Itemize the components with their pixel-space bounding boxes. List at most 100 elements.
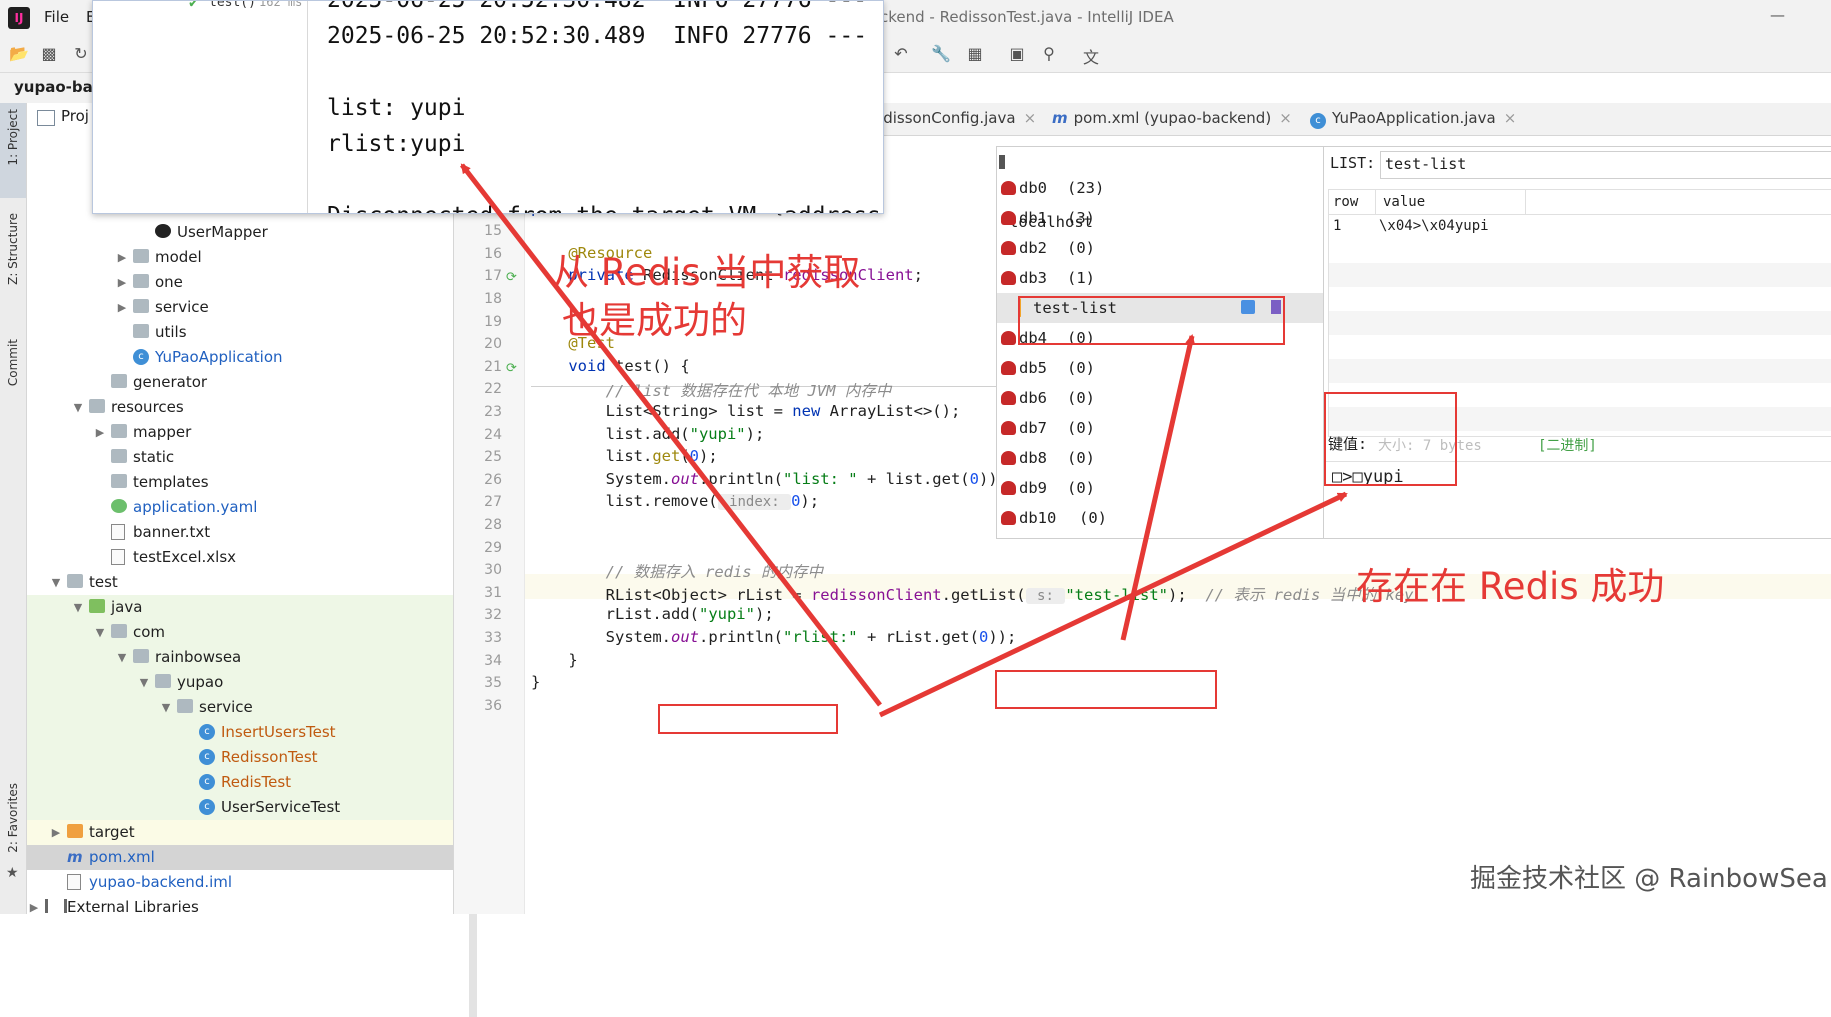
project-tree: Proj UserMapper ▶ model ▶ one ▶ service utils c Y… — [27, 103, 477, 1017]
chevron-down-icon[interactable]: ▼ — [137, 670, 151, 695]
redis-db-name: db5 — [1019, 359, 1047, 377]
run-gutter-icon[interactable]: ⟳ — [506, 361, 517, 376]
redis-db-item[interactable]: db7 (0) — [997, 413, 1323, 443]
redis-db-item[interactable]: db9 (0) — [997, 473, 1323, 503]
col-row-header[interactable]: row — [1333, 194, 1358, 210]
tool-tab-commit-label[interactable]: Commit — [6, 339, 20, 386]
tree-item[interactable]: UserMapper — [27, 220, 453, 245]
tree-item[interactable]: ▼ service — [27, 695, 453, 720]
redis-db-item[interactable]: db8 (0) — [997, 443, 1323, 473]
tree-item[interactable]: ▶ mapper — [27, 420, 453, 445]
tree-item[interactable]: ▶ service — [27, 295, 453, 320]
chevron-right-icon[interactable]: ▶ — [115, 245, 129, 270]
close-icon[interactable]: × — [1024, 109, 1037, 127]
tree-item[interactable]: yupao-backend.iml — [27, 870, 453, 895]
redis-db-icon — [1001, 241, 1016, 255]
tool-tab-favorites-label[interactable]: 2: Favorites — [6, 783, 20, 853]
tool-tab-project-label[interactable]: 1: Project — [6, 109, 20, 166]
tree-item[interactable]: application.yaml — [27, 495, 453, 520]
tree-item[interactable]: ▼ java — [27, 595, 453, 620]
project-name[interactable]: yupao-ba — [14, 78, 93, 96]
code-token: .println( — [698, 469, 783, 488]
tab-redisson-config[interactable]: edissonConfig.java × — [874, 109, 1036, 127]
chevron-down-icon[interactable]: ▼ — [159, 695, 173, 720]
tree-item[interactable]: c YuPaoApplication — [27, 345, 453, 370]
tree-item[interactable]: m pom.xml — [27, 845, 453, 870]
redis-db-item[interactable]: db2 (0) — [997, 233, 1323, 263]
project-structure-icon[interactable]: ▦ — [964, 44, 986, 64]
code-token: "list: " — [782, 469, 858, 488]
tree-item[interactable]: ▶ target — [27, 820, 453, 845]
wrench-icon[interactable]: 🔧 — [930, 44, 952, 64]
line-number: 19 — [484, 313, 502, 330]
undo-icon[interactable]: ↶ — [890, 44, 912, 64]
code-line: list.get(0); — [531, 447, 718, 465]
tree-item[interactable]: c UserServiceTest — [27, 795, 453, 820]
tree-item[interactable]: ▶ External Libraries — [27, 895, 453, 920]
tree-item[interactable]: ▶ model — [27, 245, 453, 270]
test-name[interactable]: test() — [209, 1, 256, 10]
redis-db-count: (23) — [1067, 179, 1105, 197]
open-folder-icon[interactable]: 📂 — [8, 44, 30, 64]
run-gutter-icon[interactable]: ⟳ — [506, 270, 517, 285]
minimize-button[interactable]: — — [1770, 6, 1785, 24]
line-number: 32 — [484, 607, 502, 624]
redis-db-item[interactable]: db0 (23) — [997, 173, 1323, 203]
annotation-top: 从 Redis 当中获取 — [552, 251, 861, 294]
chevron-right-icon[interactable]: ▶ — [49, 820, 63, 845]
close-icon[interactable]: × — [1279, 109, 1292, 127]
redis-db-item[interactable]: db3 (1) — [997, 263, 1323, 293]
code-token: .println( — [698, 628, 783, 646]
close-icon[interactable]: × — [1504, 109, 1517, 127]
tree-item[interactable]: ▼ yupao — [27, 670, 453, 695]
line-number: 20 — [484, 336, 502, 353]
chevron-right-icon[interactable]: ▶ — [115, 270, 129, 295]
tree-item[interactable]: utils — [27, 320, 453, 345]
tree-item[interactable]: ▼ rainbowsea — [27, 645, 453, 670]
chevron-down-icon[interactable]: ▼ — [71, 395, 85, 420]
code-token: 0 — [689, 447, 700, 466]
tool-tab-structure-label[interactable]: Z: Structure — [6, 213, 20, 285]
code-token: // 数据存入 redis 的内存中 — [531, 563, 823, 582]
chevron-right-icon[interactable]: ▶ — [93, 420, 107, 445]
translate-icon[interactable]: 文 — [1080, 44, 1102, 67]
chevron-down-icon[interactable]: ▼ — [71, 595, 85, 620]
tree-item[interactable]: ▼ com — [27, 620, 453, 645]
chevron-right-icon[interactable]: ▶ — [115, 295, 129, 320]
code-line: } — [531, 673, 540, 691]
tree-item[interactable]: ▼ resources — [27, 395, 453, 420]
terminal-icon[interactable]: ▣ — [1006, 44, 1028, 64]
chevron-down-icon[interactable]: ▼ — [93, 620, 107, 645]
key-name-field[interactable]: test-list — [1380, 151, 1831, 179]
redis-db-item[interactable]: db10 (0) — [997, 503, 1323, 533]
tree-item[interactable]: generator — [27, 370, 453, 395]
col-value-header[interactable]: value — [1383, 194, 1425, 210]
menu-file[interactable]: File — [44, 8, 69, 26]
nav-bar: yupao-ba — [0, 73, 100, 103]
redis-db-item[interactable]: db6 (0) — [997, 383, 1323, 413]
tree-item[interactable]: banner.txt — [27, 520, 453, 545]
chevron-down-icon[interactable]: ▼ — [115, 645, 129, 670]
sync-icon[interactable]: ↻ — [70, 44, 92, 64]
redis-db-item[interactable]: db5 (0) — [997, 353, 1323, 383]
tree-item[interactable]: static — [27, 445, 453, 470]
tab-pom-xml[interactable]: m pom.xml (yupao-backend) × — [1052, 109, 1292, 127]
chevron-right-icon[interactable]: ▶ — [27, 895, 41, 920]
tree-item[interactable]: c RedisTest — [27, 770, 453, 795]
tree-item[interactable]: ▼ test — [27, 570, 453, 595]
tab-yupao-application[interactable]: c YuPaoApplication.java × — [1310, 109, 1516, 129]
tree-item[interactable]: testExcel.xlsx — [27, 545, 453, 570]
tree-item[interactable]: templates — [27, 470, 453, 495]
chevron-down-icon[interactable]: ▼ — [49, 570, 63, 595]
redis-db-icon — [1001, 271, 1016, 285]
favorites-star-icon[interactable]: ★ — [6, 865, 19, 881]
binary-toggle[interactable]: [二进制] — [1538, 435, 1597, 455]
tree-item[interactable]: ▶ one — [27, 270, 453, 295]
tree-item[interactable]: c RedissonTest — [27, 745, 453, 770]
folder-icon — [133, 324, 149, 338]
redis-db-item[interactable]: db1 (3) — [997, 203, 1323, 233]
search-icon[interactable]: ⚲ — [1038, 44, 1060, 64]
tree-item[interactable]: c InsertUsersTest — [27, 720, 453, 745]
project-tab-label: Proj — [61, 107, 89, 125]
save-icon[interactable]: ▩ — [38, 44, 60, 64]
